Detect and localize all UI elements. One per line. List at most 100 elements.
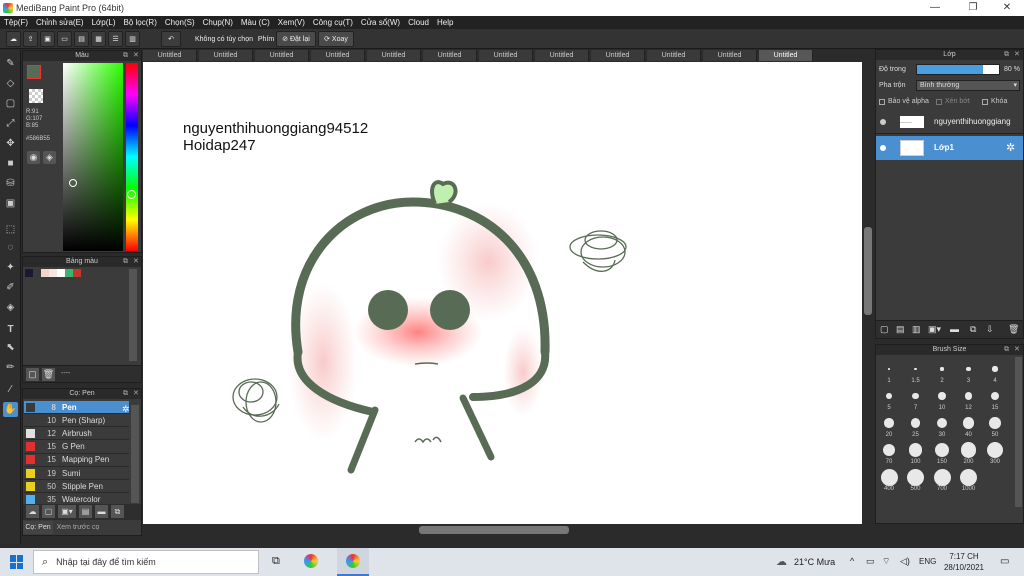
brush-size-scrollbar[interactable] xyxy=(1015,357,1022,507)
notification-icon[interactable]: ▭ xyxy=(1000,556,1009,567)
color-mode-icon[interactable]: ◈ xyxy=(43,151,56,164)
add-layer-menu-icon[interactable]: ▣▾ xyxy=(928,324,941,335)
saturation-value-picker[interactable] xyxy=(63,63,123,251)
tab-document[interactable]: Untitled xyxy=(423,50,477,61)
blend-mode-select[interactable]: Bình thường ▾ xyxy=(916,80,1020,91)
hue-slider[interactable] xyxy=(126,63,138,251)
layer-folder-icon[interactable]: ▬ xyxy=(950,324,959,334)
comment-icon[interactable]: ▭ xyxy=(57,31,72,47)
brush-size-dot[interactable] xyxy=(933,468,951,486)
delete-layer-icon[interactable]: 🗑 xyxy=(1008,324,1019,335)
brush-size-dot[interactable] xyxy=(960,468,977,486)
new-palette-icon[interactable]: ▢ xyxy=(26,368,39,381)
layout-icon[interactable]: ▤ xyxy=(74,31,89,47)
palette-swatch[interactable] xyxy=(49,269,57,277)
brush-size-dot[interactable] xyxy=(934,442,950,458)
tab-document[interactable]: Untitled xyxy=(479,50,533,61)
close-icon[interactable]: ✕ xyxy=(1014,345,1020,355)
brush-tool-icon[interactable]: ✎ xyxy=(3,56,18,71)
tab-brush[interactable]: Cọ: Pen xyxy=(23,521,53,534)
tab-document[interactable]: Untitled xyxy=(703,50,757,61)
palette-scrollbar[interactable] xyxy=(129,269,137,361)
snap-icon[interactable]: ▥ xyxy=(125,31,140,47)
windows-start-icon[interactable] xyxy=(10,555,24,569)
share-icon[interactable]: ⇪ xyxy=(23,31,38,47)
tab-document[interactable]: Untitled xyxy=(591,50,645,61)
brush-size-dot[interactable] xyxy=(964,392,973,400)
rectangle-tool-icon[interactable]: ▢ xyxy=(3,96,18,111)
brush-size-dot[interactable] xyxy=(907,468,924,486)
new-layer-icon[interactable]: ▢ xyxy=(880,324,889,335)
clipping-checkbox[interactable]: Xén bớt xyxy=(936,98,970,105)
brush-size-dot[interactable] xyxy=(940,367,944,371)
layer-settings-gear-icon[interactable]: ✲ xyxy=(1006,141,1015,154)
menu-select[interactable]: Chọn(S) xyxy=(161,18,199,27)
opacity-slider[interactable] xyxy=(916,64,1000,75)
folder-icon[interactable]: ▣ xyxy=(40,31,55,47)
brush-size-dot[interactable] xyxy=(938,392,946,400)
select-rect-tool-icon[interactable]: ⬚ xyxy=(3,222,18,237)
eyedropper-tool-icon[interactable]: ⁄ xyxy=(3,382,18,397)
brush-size-dot[interactable] xyxy=(912,392,919,400)
medibang-taskbar-icon[interactable] xyxy=(304,554,318,568)
brush-list-item[interactable]: 10 Pen (Sharp) xyxy=(24,414,129,428)
brush-settings-gear-icon[interactable]: ✲ xyxy=(122,404,130,415)
menu-color[interactable]: Màu (C) xyxy=(237,18,274,27)
transparent-color-swatch[interactable] xyxy=(29,89,43,103)
brush-list-item[interactable]: 8 Pen xyxy=(24,401,129,414)
clock[interactable]: 7:17 CH 28/10/2021 xyxy=(942,551,986,573)
canvas-vertical-scrollbar[interactable] xyxy=(862,62,874,524)
brush-size-dot[interactable] xyxy=(882,443,896,457)
palette-swatch[interactable] xyxy=(33,269,41,277)
menu-cloud[interactable]: Cloud xyxy=(404,18,433,27)
tab-document[interactable]: Untitled xyxy=(255,50,309,61)
popout-icon[interactable]: ⧉ xyxy=(123,389,128,399)
brush-props-icon[interactable]: ▤ xyxy=(79,505,92,518)
canvas-horizontal-scrollbar[interactable] xyxy=(143,524,862,536)
weather-text[interactable]: 21°C Mưa xyxy=(794,557,835,567)
line-tool-icon[interactable]: ⤢ xyxy=(3,116,18,131)
color-wheel-icon[interactable]: ◉ xyxy=(27,151,40,164)
fill-rect-tool-icon[interactable]: ■ xyxy=(3,156,18,171)
tab-document[interactable]: Untitled xyxy=(311,50,365,61)
brush-list-item[interactable]: 15 G Pen xyxy=(24,441,129,454)
layer-row[interactable]: ——— nguyenthihuonggiang xyxy=(876,110,1023,134)
foreground-color-swatch[interactable] xyxy=(27,65,41,79)
tab-document[interactable]: Untitled xyxy=(647,50,701,61)
menu-file[interactable]: Tệp(F) xyxy=(0,18,32,27)
network-icon[interactable]: ▭ xyxy=(866,556,875,567)
new-layer-1bit-icon[interactable]: ▥ xyxy=(912,324,921,335)
menu-help[interactable]: Help xyxy=(433,18,457,27)
select-pen-tool-icon[interactable]: ✐ xyxy=(3,280,18,295)
close-icon[interactable]: ✕ xyxy=(133,51,139,61)
vertical-scroll-thumb[interactable] xyxy=(864,227,872,315)
move-tool-icon[interactable]: ✥ xyxy=(3,136,18,151)
text-tool-icon[interactable]: T xyxy=(3,322,18,337)
gradient-tool-icon[interactable]: ▣ xyxy=(3,196,18,211)
tab-document[interactable]: Untitled xyxy=(199,50,253,61)
horizontal-scroll-thumb[interactable] xyxy=(419,526,569,534)
popout-icon[interactable]: ⧉ xyxy=(1004,345,1009,355)
brush-size-dot[interactable] xyxy=(886,393,892,399)
magic-wand-tool-icon[interactable]: ✦ xyxy=(3,260,18,275)
eye-visibility-icon[interactable] xyxy=(880,145,886,151)
cloud-brush-icon[interactable]: ☁ xyxy=(26,505,39,518)
task-view-icon[interactable]: ⧉ xyxy=(272,555,280,568)
new-layer-8bit-icon[interactable]: ▤ xyxy=(896,324,905,335)
brush-size-dot[interactable] xyxy=(966,366,971,372)
cloud-icon[interactable]: ☁ xyxy=(6,31,21,47)
palette-swatch[interactable] xyxy=(57,269,65,277)
popout-icon[interactable]: ⧉ xyxy=(123,257,128,267)
tab-document[interactable]: Untitled xyxy=(143,50,197,61)
brush-size-dot[interactable] xyxy=(914,367,917,371)
brush-size-dot[interactable] xyxy=(884,418,894,428)
lasso-tool-icon[interactable]: ◌ xyxy=(3,240,18,255)
chevron-up-icon[interactable]: ^ xyxy=(850,556,854,566)
brush-folder-icon[interactable]: ▬ xyxy=(95,505,108,518)
merge-layer-icon[interactable]: ⇩ xyxy=(986,324,994,335)
brush-list-item[interactable]: 50 Stipple Pen xyxy=(24,480,129,494)
brush-list-item[interactable]: 12 Airbrush xyxy=(24,427,129,441)
tab-brush-preview[interactable]: Xem trước cọ xyxy=(54,521,102,534)
menu-tools[interactable]: Công cụ(T) xyxy=(309,18,357,27)
close-button[interactable]: ✕ xyxy=(990,0,1024,16)
